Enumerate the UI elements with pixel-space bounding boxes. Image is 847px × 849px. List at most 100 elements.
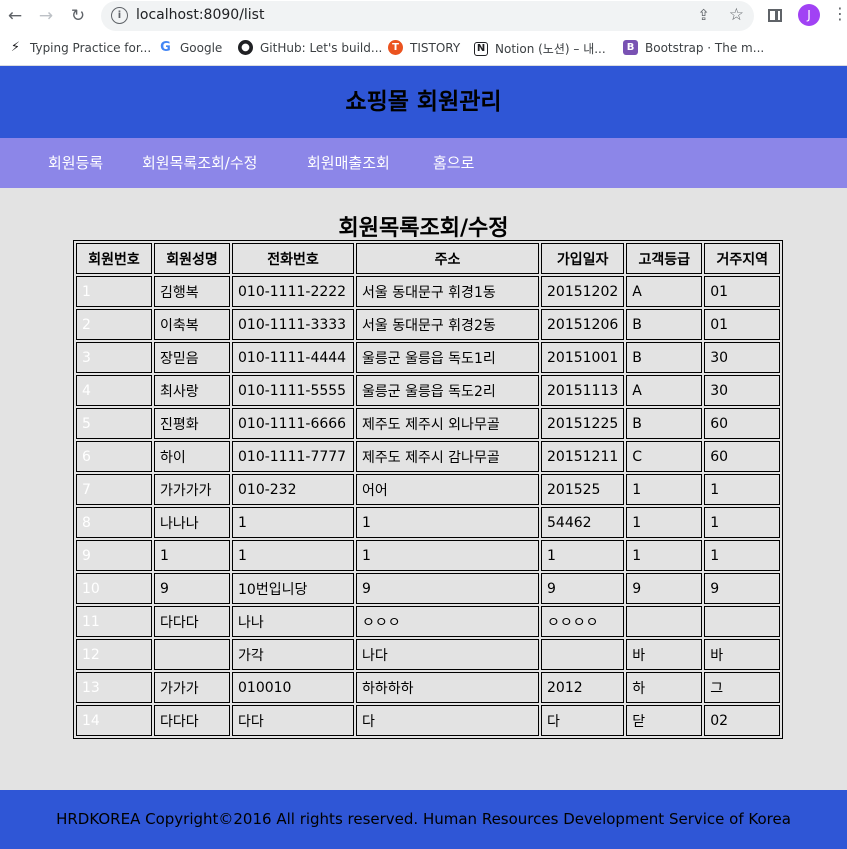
bootstrap-icon: B <box>623 40 638 55</box>
table-cell: 장믿음 <box>154 342 230 373</box>
table-cell: 1 <box>356 540 539 571</box>
table-cell: 20151113 <box>541 375 625 406</box>
member-table: 회원번호 회원성명 전화번호 주소 가입일자 고객등급 거주지역 1 김행복 010-1111-… <box>73 240 784 739</box>
lightning-icon: ⚡ <box>10 40 21 55</box>
table-cell: 서울 동대문구 휘경2동 <box>356 309 539 340</box>
table-cell: B <box>626 309 703 340</box>
share-icon[interactable]: ⇪ <box>697 6 710 24</box>
address-url[interactable]: localhost:8090/list <box>136 7 264 23</box>
table-cell: 010-1111-2222 <box>232 276 354 307</box>
table-cell: 울릉군 울릉읍 독도2리 <box>356 375 539 406</box>
table-cell: A <box>626 375 703 406</box>
table-cell <box>541 639 625 670</box>
bookmark-label: GitHub: Let's build... <box>260 40 383 55</box>
member-number-link[interactable]: 4 <box>76 375 152 406</box>
nav-link-register[interactable]: 회원등록 <box>48 138 103 188</box>
table-cell: 제주도 제주시 감나무골 <box>356 441 539 472</box>
table-cell: 1 <box>232 540 354 571</box>
member-number-link[interactable]: 13 <box>76 672 152 703</box>
member-number-link[interactable]: 5 <box>76 408 152 439</box>
table-header-row: 회원번호 회원성명 전화번호 주소 가입일자 고객등급 거주지역 <box>76 243 781 274</box>
bookmark-label: Google <box>180 40 223 55</box>
table-row: 7 가가가가 010-232 어어 201525 1 1 <box>76 474 781 505</box>
table-cell: 1 <box>154 540 230 571</box>
table-cell: 가가가가 <box>154 474 230 505</box>
bookmark-github[interactable]: ● GitHub: Let's build... <box>238 40 382 55</box>
address-bar[interactable]: i localhost:8090/list ⇪ ☆ <box>101 1 754 31</box>
google-icon: G <box>160 40 171 55</box>
table-cell: 20151225 <box>541 408 625 439</box>
profile-avatar[interactable]: J <box>798 4 820 26</box>
member-number-link[interactable]: 9 <box>76 540 152 571</box>
github-icon: ● <box>238 40 253 55</box>
table-cell: 20151202 <box>541 276 625 307</box>
table-cell: 서울 동대문구 휘경1동 <box>356 276 539 307</box>
bookmark-typing-practice[interactable]: ⚡ Typing Practice for... <box>8 40 151 55</box>
table-cell: 어어 <box>356 474 539 505</box>
back-arrow-icon[interactable]: ← <box>4 5 26 27</box>
bookmark-label: Typing Practice for... <box>30 40 152 55</box>
forward-arrow-icon[interactable]: → <box>35 5 57 27</box>
table-cell: 9 <box>626 573 703 604</box>
nav-link-home[interactable]: 홈으로 <box>433 138 474 188</box>
table-row: 11 다다다 나나 ㅇㅇㅇ ㅇㅇㅇㅇ <box>76 606 781 637</box>
main-nav: 회원등록 회원목록조회/수정 회원매출조회 홈으로 <box>0 138 847 188</box>
tistory-icon: T <box>388 40 403 55</box>
member-number-link[interactable]: 14 <box>76 705 152 736</box>
table-cell: 이축복 <box>154 309 230 340</box>
browser-toolbar: ← → ↻ i localhost:8090/list ⇪ ☆ J ⋮ <box>0 0 847 32</box>
nav-link-member-list[interactable]: 회원목록조회/수정 <box>142 138 257 188</box>
bookmark-notion[interactable]: N Notion (노션) – 내... <box>474 40 606 57</box>
kebab-menu-icon[interactable]: ⋮ <box>832 4 847 23</box>
member-number-link[interactable]: 7 <box>76 474 152 505</box>
column-header: 회원성명 <box>154 243 230 274</box>
member-number-link[interactable]: 6 <box>76 441 152 472</box>
table-cell: A <box>626 276 703 307</box>
reload-icon[interactable]: ↻ <box>67 5 89 27</box>
table-cell: B <box>626 342 703 373</box>
table-cell: 20151211 <box>541 441 625 472</box>
table-cell: 그 <box>704 672 781 703</box>
bookmark-google[interactable]: G Google <box>158 40 222 55</box>
bookmark-bootstrap[interactable]: B Bootstrap · The m... <box>623 40 764 55</box>
table-row: 12 가각 나다 바 바 <box>76 639 781 670</box>
table-cell: 울릉군 울릉읍 독도1리 <box>356 342 539 373</box>
table-cell: 01 <box>704 276 781 307</box>
table-cell: 60 <box>704 441 781 472</box>
member-number-link[interactable]: 11 <box>76 606 152 637</box>
member-number-link[interactable]: 8 <box>76 507 152 538</box>
content-section: 회원목록조회/수정 회원번호 회원성명 전화번호 주소 가입일자 고객등급 거주지역 1 김행… <box>0 188 847 788</box>
table-cell: 20151001 <box>541 342 625 373</box>
table-cell: 1 <box>626 507 703 538</box>
table-cell: 다다다 <box>154 606 230 637</box>
table-cell: 최사랑 <box>154 375 230 406</box>
table-cell: 다다다 <box>154 705 230 736</box>
table-cell: 20151206 <box>541 309 625 340</box>
bookmark-tistory[interactable]: T TISTORY <box>388 40 460 55</box>
member-number-link[interactable]: 12 <box>76 639 152 670</box>
member-number-link[interactable]: 3 <box>76 342 152 373</box>
side-panel-icon[interactable] <box>768 9 782 22</box>
bookmark-label: Notion (노션) – 내... <box>495 42 606 56</box>
nav-link-sales[interactable]: 회원매출조회 <box>307 138 390 188</box>
table-cell: 1 <box>704 540 781 571</box>
table-row: 13 가가가 010010 하하하하 2012 하 그 <box>76 672 781 703</box>
table-cell: 다 <box>356 705 539 736</box>
table-cell: ㅇㅇㅇ <box>356 606 539 637</box>
table-cell: 30 <box>704 342 781 373</box>
table-cell: 201525 <box>541 474 625 505</box>
table-cell: 010-1111-4444 <box>232 342 354 373</box>
notion-icon: N <box>474 41 488 56</box>
member-number-link[interactable]: 1 <box>76 276 152 307</box>
table-cell: C <box>626 441 703 472</box>
site-info-icon[interactable]: i <box>111 7 128 24</box>
table-cell: 나나나 <box>154 507 230 538</box>
table-cell: 바 <box>626 639 703 670</box>
column-header: 가입일자 <box>541 243 625 274</box>
table-cell: 김행복 <box>154 276 230 307</box>
member-number-link[interactable]: 2 <box>76 309 152 340</box>
table-cell: 가가가 <box>154 672 230 703</box>
member-number-link[interactable]: 10 <box>76 573 152 604</box>
browser-chrome: ← → ↻ i localhost:8090/list ⇪ ☆ J ⋮ ⚡ Ty… <box>0 0 847 66</box>
bookmark-star-icon[interactable]: ☆ <box>729 5 744 25</box>
